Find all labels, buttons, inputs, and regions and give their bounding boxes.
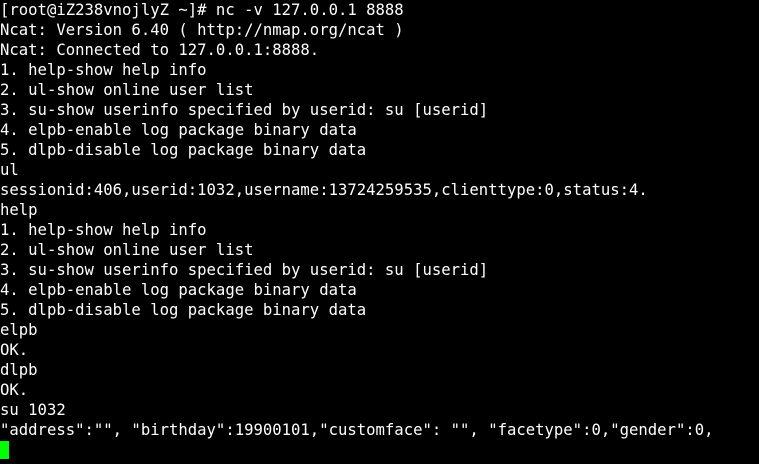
output-line: "address":"", "birthday":19900101,"custo… xyxy=(0,421,714,439)
output-line: 2. ul-show online user list xyxy=(0,81,254,99)
input-line: help xyxy=(0,201,38,219)
input-line: ul xyxy=(0,161,19,179)
output-line: OK. xyxy=(0,381,29,399)
output-line: OK. xyxy=(0,341,29,359)
terminal-window[interactable]: [root@iZ238vnojlyZ ~]# nc -v 127.0.0.1 8… xyxy=(0,0,759,464)
output-line: sessionid:406,userid:1032,username:13724… xyxy=(0,181,648,199)
output-line: Ncat: Connected to 127.0.0.1:8888. xyxy=(0,41,320,59)
output-line: 4. elpb-enable log package binary data xyxy=(0,281,357,299)
output-line: 4. elpb-enable log package binary data xyxy=(0,121,357,139)
cursor-line[interactable] xyxy=(0,440,759,460)
output-line: 5. dlpb-disable log package binary data xyxy=(0,301,367,319)
prompt-command-line: [root@iZ238vnojlyZ ~]# nc -v 127.0.0.1 8… xyxy=(0,1,404,19)
input-line: dlpb xyxy=(0,361,38,379)
output-line: 2. ul-show online user list xyxy=(0,241,254,259)
input-line: elpb xyxy=(0,321,38,339)
output-line: 3. su-show userinfo specified by userid:… xyxy=(0,101,489,119)
output-line: 1. help-show help info xyxy=(0,61,207,79)
text-cursor xyxy=(0,441,9,459)
output-line: 1. help-show help info xyxy=(0,221,207,239)
output-line: 5. dlpb-disable log package binary data xyxy=(0,141,367,159)
output-line: Ncat: Version 6.40 ( http://nmap.org/nca… xyxy=(0,21,404,39)
output-line: 3. su-show userinfo specified by userid:… xyxy=(0,261,489,279)
input-line: su 1032 xyxy=(0,401,66,419)
